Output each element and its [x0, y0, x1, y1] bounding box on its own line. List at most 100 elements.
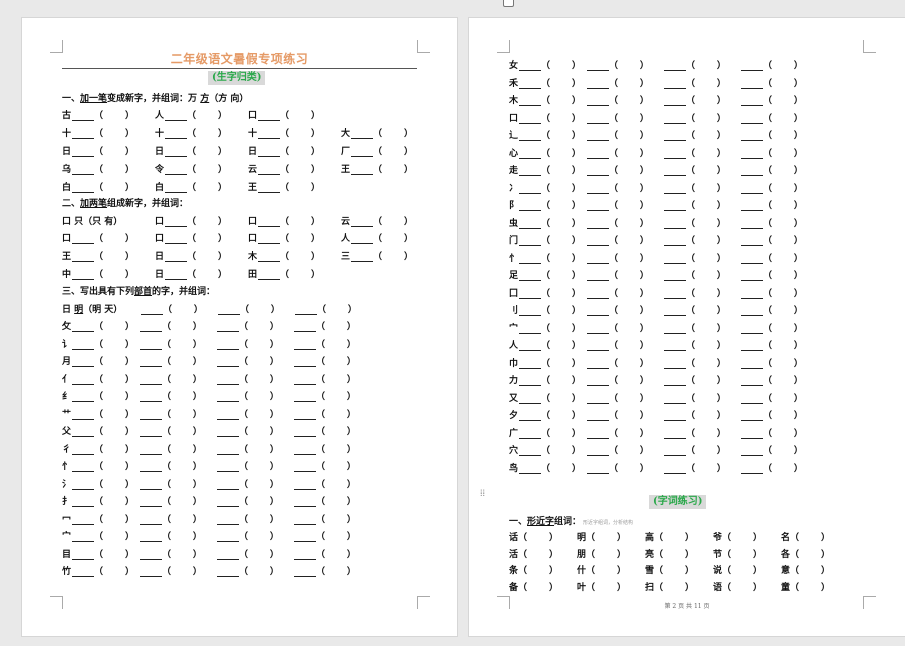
prompt-char: 日	[155, 147, 165, 157]
exercise-cell: （ ）	[294, 302, 357, 315]
prompt-char: 女	[509, 61, 519, 71]
answer-blank	[519, 149, 542, 159]
word-parens: （ ）	[541, 428, 581, 439]
answer-blank	[72, 462, 95, 472]
answer-blank	[72, 480, 95, 490]
prompt-char: 语	[713, 582, 723, 593]
answer-blank	[294, 340, 316, 350]
answer-blank	[294, 357, 316, 367]
word-parens: （ ）	[316, 322, 356, 332]
word-parens: （ ）	[686, 166, 726, 176]
word-parens: （ ）	[94, 270, 134, 280]
word-parens: （ ）	[609, 271, 649, 281]
word-parens: （ ）	[162, 497, 202, 507]
answer-blank	[258, 147, 281, 157]
answer-blank	[217, 427, 239, 437]
exercise-cell: （ ）	[586, 426, 649, 439]
answer-blank	[519, 271, 542, 281]
answer-blank	[140, 567, 162, 577]
word-parens: （ ）	[686, 218, 726, 229]
answer-blank	[587, 289, 609, 299]
answer-blank	[587, 166, 609, 176]
word-parens: （ ）	[280, 252, 320, 262]
exercise-cell: 说（ ）	[713, 563, 762, 576]
exercise-cell: （ ）	[663, 373, 726, 386]
prompt-char: 禾	[509, 78, 519, 89]
answer-blank	[587, 61, 609, 71]
word-parens: （ ）	[94, 147, 134, 157]
prompt-char: 口	[62, 234, 72, 244]
exercise-cell: 口 （ ）	[248, 231, 320, 244]
word-parens: （ ）	[541, 96, 581, 106]
answer-blank	[741, 306, 763, 316]
word-parens: （ ）	[316, 532, 356, 542]
exercise-cell: 氵 （ ）	[62, 477, 134, 490]
word-parens: （ ）	[686, 411, 726, 421]
answer-blank	[258, 129, 281, 139]
exercise-cell: 备（ ）	[509, 580, 558, 593]
prompt-char: 月	[62, 357, 72, 367]
prompt-char: 中	[62, 270, 72, 280]
exercise-cell: （ ）	[139, 529, 202, 542]
answer-blank	[72, 129, 95, 139]
word-parens: （ ）	[763, 446, 803, 456]
word-parens: （ ）	[162, 374, 202, 385]
word-parens: （ ）	[609, 61, 649, 71]
word-parens: （ ）	[373, 147, 413, 157]
answer-blank	[519, 359, 542, 369]
exercise-cell: 口 （ ）	[509, 111, 581, 124]
prompt-char: 扌	[62, 497, 72, 507]
answer-blank	[664, 394, 686, 404]
word-parens: （ ）	[316, 357, 356, 367]
exercise-cell: （ ）	[740, 286, 803, 299]
word-parens: （ ）	[609, 253, 649, 264]
exercise-cell: （ ）	[740, 268, 803, 281]
answer-blank	[741, 376, 763, 386]
exercise-cell: 足 （ ）	[509, 268, 581, 281]
question-2-heading: 二、加两笔组成新字，并组词：	[62, 199, 189, 209]
word-parens: （ ）	[162, 339, 202, 350]
word-parens: （ ）	[94, 497, 134, 507]
drag-handle-icon[interactable]: ⁞⁞	[480, 490, 488, 508]
exercise-cell: 宀 （ ）	[509, 321, 581, 334]
scroll-handle[interactable]	[503, 0, 514, 7]
exercise-cell: （ ）	[293, 337, 356, 350]
prompt-char: 十	[248, 129, 258, 139]
prompt-char: 虫	[509, 218, 519, 229]
prompt-char: 王	[248, 183, 258, 193]
exercise-cell: （ ）	[663, 146, 726, 159]
page-footer: 第 2 页 共 11 页	[664, 603, 710, 610]
exercise-cell: （ ）	[293, 564, 356, 577]
exercise-cell: （ ）	[293, 477, 356, 490]
word-parens: （ ）	[763, 271, 803, 281]
answer-blank	[72, 427, 95, 437]
word-parens: （ ）	[541, 358, 581, 369]
prompt-char: 日	[155, 270, 165, 280]
answer-blank	[587, 359, 609, 369]
word-parens: （ ）	[162, 427, 202, 437]
word-parens: （ ）	[686, 253, 726, 264]
exercise-cell: （ ）	[740, 251, 803, 264]
word-parens: （ ）	[541, 148, 581, 159]
word-parens: （ ）	[686, 271, 726, 281]
word-parens: （ ）	[609, 288, 649, 299]
word-parens: （ ）	[239, 392, 279, 402]
exercise-cell: （ ）	[293, 512, 356, 525]
exercise-cell: （ ）	[216, 319, 279, 332]
exercise-cell: 又 （ ）	[509, 391, 581, 404]
answer-blank	[519, 96, 542, 106]
prompt-char: 口	[155, 234, 165, 244]
answer-blank	[140, 357, 162, 367]
answer-blank	[741, 79, 763, 89]
exercise-cell: （ ）	[586, 111, 649, 124]
answer-blank	[294, 497, 316, 507]
answer-blank	[72, 322, 95, 332]
exercise-cell: （ ）	[586, 233, 649, 246]
exercise-cell: 目 （ ）	[62, 547, 134, 560]
answer-blank	[741, 96, 763, 106]
word-parens: （ ）	[239, 479, 279, 490]
exercise-cell: 日 （ ）	[62, 144, 134, 157]
answer-blank	[165, 252, 188, 262]
word-parens: （ ）	[162, 532, 202, 542]
prompt-char: 走	[509, 166, 519, 176]
